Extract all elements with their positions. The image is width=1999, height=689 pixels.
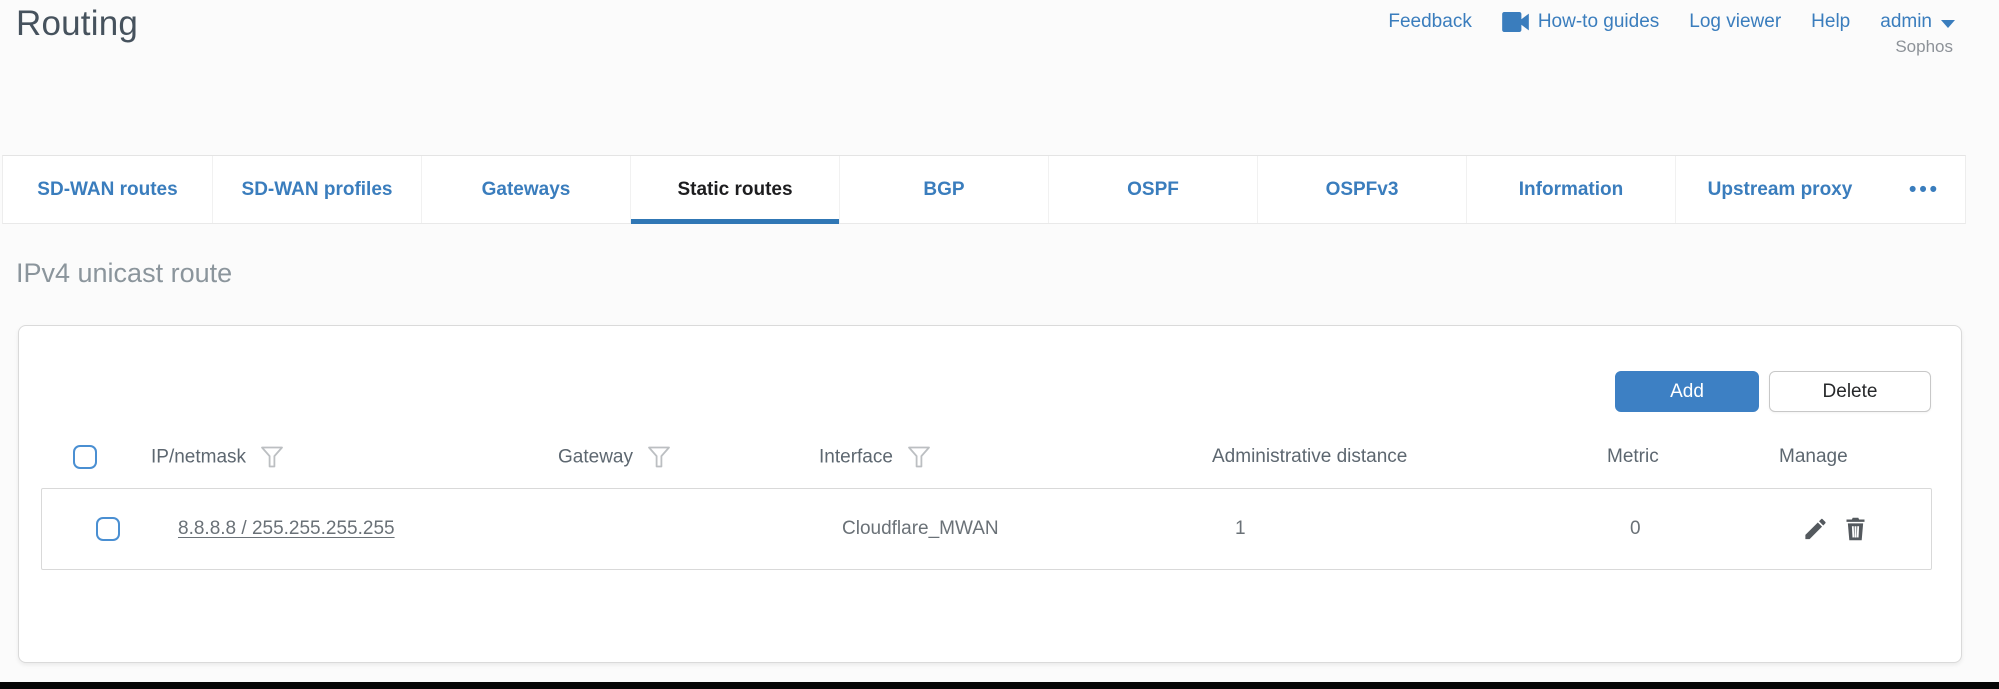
tab-static-routes[interactable]: Static routes: [630, 156, 839, 223]
column-header-manage: Manage: [1779, 446, 1848, 468]
tab-sdwan-profiles[interactable]: SD-WAN profiles: [212, 156, 421, 223]
column-header-admin-distance: Administrative distance: [1212, 446, 1407, 468]
filter-icon[interactable]: [907, 446, 931, 469]
table-row: 8.8.8.8 / 255.255.255.255 Cloudflare_MWA…: [41, 488, 1932, 570]
caret-down-icon: [1941, 20, 1955, 28]
route-admin-distance-value: 1: [1235, 518, 1246, 540]
more-tabs-icon[interactable]: •••: [1884, 156, 1965, 223]
tab-information[interactable]: Information: [1466, 156, 1675, 223]
row-checkbox[interactable]: [96, 517, 120, 541]
top-navigation: Feedback How-to guides Log viewer Help a…: [1388, 11, 1955, 33]
log-viewer-label: Log viewer: [1689, 11, 1781, 33]
column-label-manage: Manage: [1779, 446, 1848, 468]
edit-pencil-icon[interactable]: [1802, 516, 1829, 543]
window-bottom-edge: [0, 682, 1999, 689]
route-ip-netmask-link[interactable]: 8.8.8.8 / 255.255.255.255: [178, 518, 395, 540]
delete-button[interactable]: Delete: [1769, 371, 1931, 412]
routing-tabs: SD-WAN routes SD-WAN profiles Gateways S…: [2, 155, 1966, 224]
help-link[interactable]: Help: [1811, 11, 1850, 33]
column-header-gateway: Gateway: [558, 446, 671, 469]
feedback-label: Feedback: [1388, 11, 1471, 33]
video-camera-icon: [1502, 12, 1529, 32]
static-routes-panel: Add Delete IP/netmask Gateway Interface …: [18, 325, 1962, 663]
user-menu[interactable]: admin: [1880, 11, 1955, 33]
filter-icon[interactable]: [260, 446, 284, 469]
column-label-metric: Metric: [1607, 446, 1659, 468]
brand-label: Sophos: [1895, 37, 1953, 57]
column-label-ip: IP/netmask: [151, 446, 246, 468]
tab-bgp[interactable]: BGP: [839, 156, 1048, 223]
tab-gateways[interactable]: Gateways: [421, 156, 630, 223]
user-name: admin: [1880, 11, 1932, 33]
column-header-interface: Interface: [819, 446, 931, 469]
delete-trash-icon[interactable]: [1842, 516, 1869, 543]
section-heading: IPv4 unicast route: [16, 258, 232, 289]
column-header-ip-netmask: IP/netmask: [151, 446, 284, 469]
howto-guides-label: How-to guides: [1538, 11, 1659, 33]
help-label: Help: [1811, 11, 1850, 33]
page-title: Routing: [16, 4, 138, 44]
feedback-link[interactable]: Feedback: [1388, 11, 1471, 33]
add-button[interactable]: Add: [1615, 371, 1759, 412]
column-header-metric: Metric: [1607, 446, 1659, 468]
tab-sdwan-routes[interactable]: SD-WAN routes: [3, 156, 212, 223]
tab-ospfv3[interactable]: OSPFv3: [1257, 156, 1466, 223]
route-manage-cell: [1802, 516, 1869, 543]
log-viewer-link[interactable]: Log viewer: [1689, 11, 1781, 33]
filter-icon[interactable]: [647, 446, 671, 469]
select-all-checkbox[interactable]: [73, 445, 97, 469]
table-header-row: IP/netmask Gateway Interface Administrat…: [19, 426, 1961, 488]
route-interface-value: Cloudflare_MWAN: [842, 518, 999, 540]
column-label-interface: Interface: [819, 446, 893, 468]
route-metric-value: 0: [1630, 518, 1641, 540]
tab-ospf[interactable]: OSPF: [1048, 156, 1257, 223]
howto-guides-link[interactable]: How-to guides: [1502, 11, 1659, 33]
column-label-admin-distance: Administrative distance: [1212, 446, 1407, 468]
tab-upstream-proxy[interactable]: Upstream proxy: [1675, 156, 1884, 223]
column-label-gateway: Gateway: [558, 446, 633, 468]
